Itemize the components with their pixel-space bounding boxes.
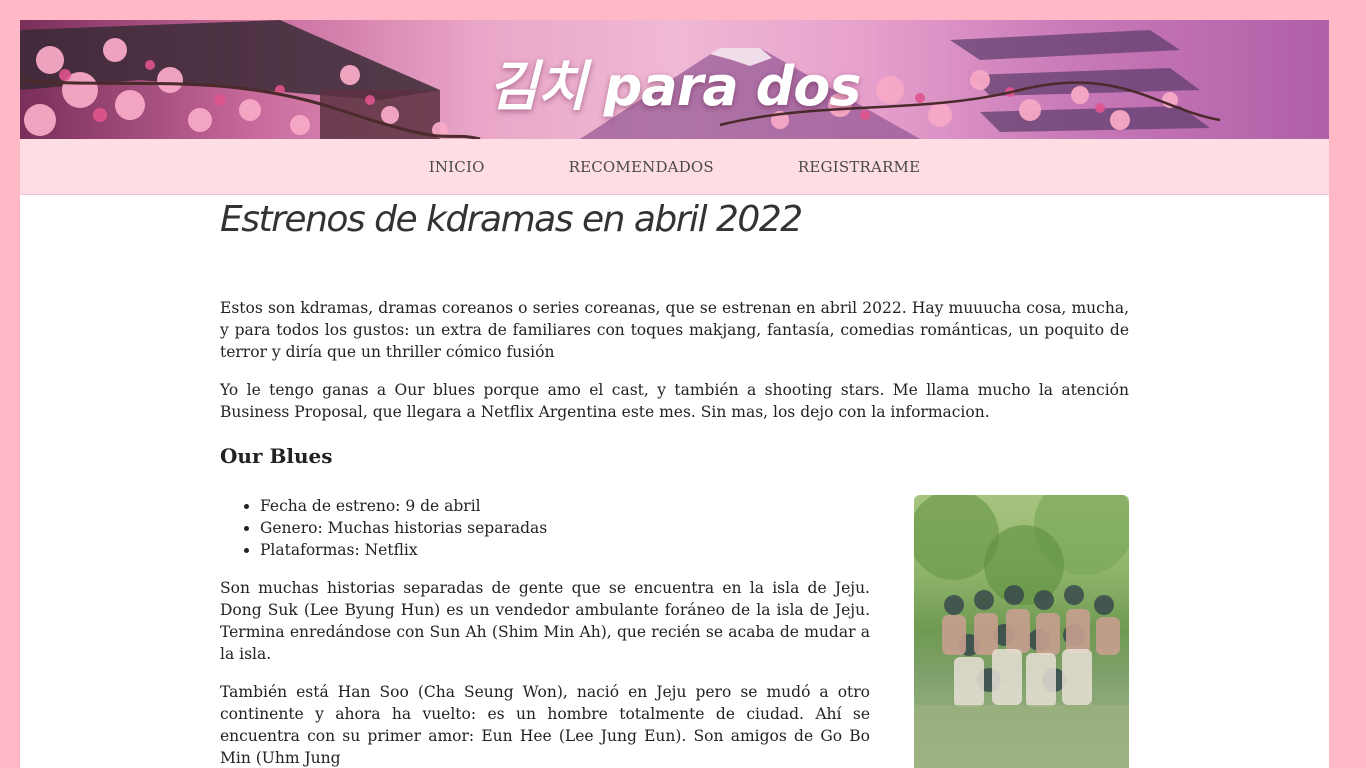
site-title[interactable]: 김치 para dos [20,42,1329,121]
nav-item-registrarme[interactable]: REGISTRARME [798,158,920,176]
drama-text: Fecha de estreno: 9 de abril Genero: Muc… [220,495,870,768]
drama-section: Fecha de estreno: 9 de abril Genero: Muc… [220,495,1129,768]
drama-paragraph: Son muchas historias separadas de gente … [220,579,870,663]
list-item: Fecha de estreno: 9 de abril [260,495,870,517]
drama-paragraph: También está Han Soo (Cha Seung Won), na… [220,683,870,767]
list-item: Genero: Muchas historias separadas [260,517,870,539]
nav-item-inicio[interactable]: INICIO [429,158,485,176]
article-title: Estrenos de kdramas en abril 2022 [220,199,803,240]
intro-paragraph: Estos son kdramas, dramas coreanos o ser… [220,299,1129,361]
intro-paragraph: Yo le tengo ganas a Our blues porque amo… [220,381,1129,421]
drama-heading: Our Blues [220,444,333,468]
main-nav: INICIO RECOMENDADOS REGISTRARME [20,139,1329,195]
nav-item-recomendados[interactable]: RECOMENDADOS [569,158,714,176]
drama-details-list: Fecha de estreno: 9 de abril Genero: Muc… [220,495,870,561]
drama-poster-image [914,495,1129,768]
page-container: 김치 para dos INICIO RECOMENDADOS REGISTRA… [20,20,1329,768]
article: Estrenos de kdramas en abril 2022 Estos … [220,195,1129,768]
site-banner[interactable]: 김치 para dos [20,20,1329,139]
list-item: Plataformas: Netflix [260,539,870,561]
